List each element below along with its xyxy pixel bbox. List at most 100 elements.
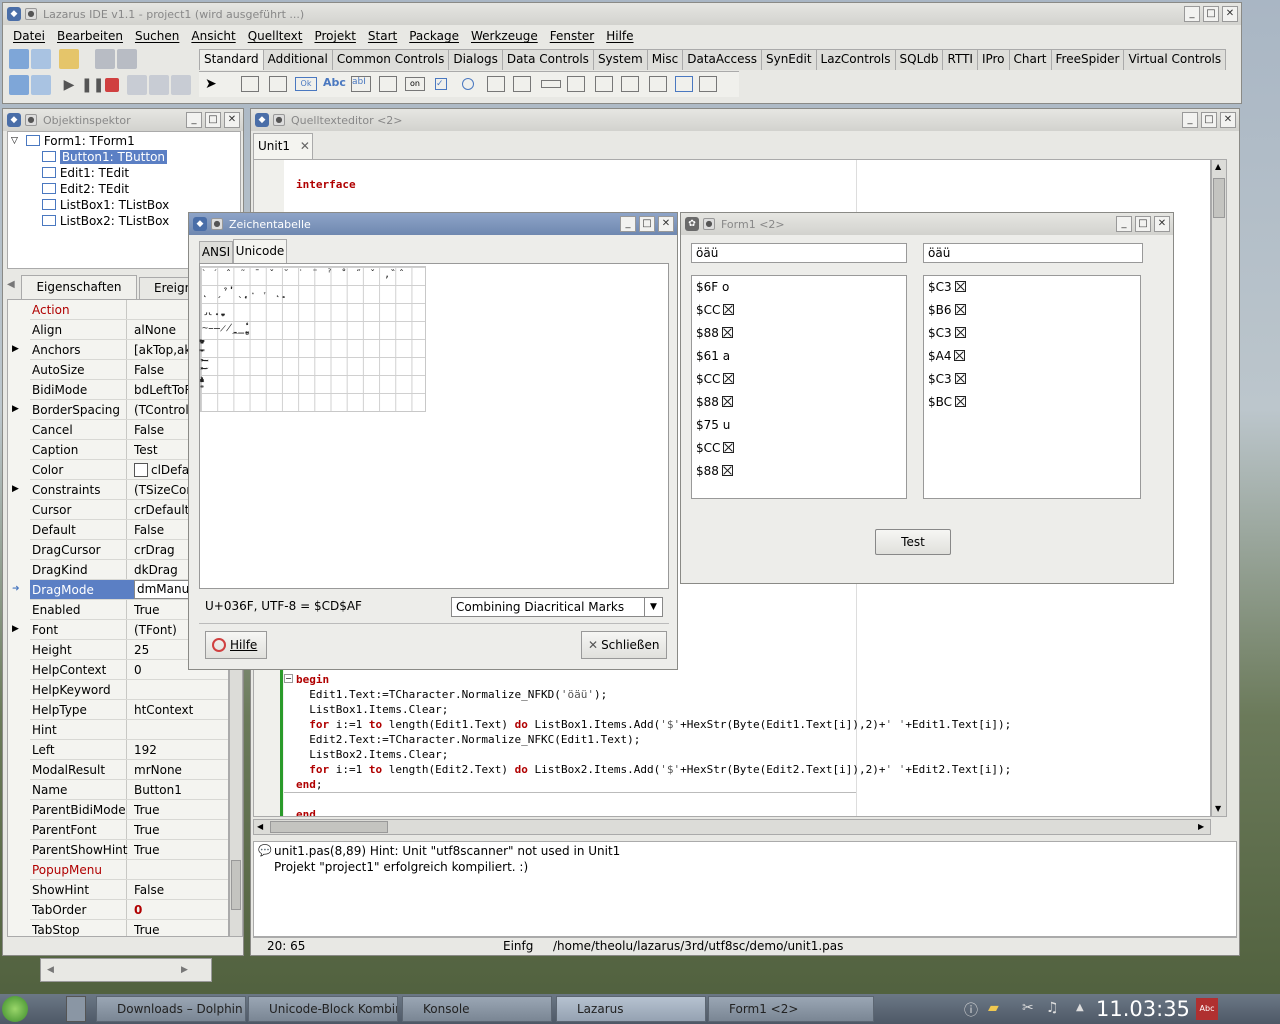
prop-value[interactable]: True bbox=[134, 800, 228, 820]
list-item[interactable]: $88 bbox=[692, 391, 906, 414]
menu-bearbeiten[interactable]: Bearbeiten bbox=[57, 29, 123, 43]
ide-titlebar[interactable]: ◆ ● Lazarus IDE v1.1 - project1 (wird au… bbox=[3, 3, 1241, 25]
task-form1[interactable]: Form1 <2> bbox=[708, 996, 874, 1022]
close-button[interactable]: ✕ bbox=[224, 112, 240, 128]
tab-synedit[interactable]: SynEdit bbox=[760, 49, 817, 70]
label-icon[interactable]: Abc bbox=[323, 76, 346, 89]
scroll-left-icon[interactable]: ◀ bbox=[47, 965, 54, 975]
charmap-titlebar[interactable]: ◆ ● Zeichentabelle _ □ ✕ bbox=[189, 213, 677, 235]
maximize-button[interactable]: □ bbox=[639, 216, 655, 232]
scroll-down-icon[interactable]: ▼ bbox=[1215, 804, 1221, 813]
menu-projekt[interactable]: Projekt bbox=[314, 29, 355, 43]
task-lazarus[interactable]: Lazarus bbox=[556, 996, 706, 1022]
editor-vscrollbar[interactable]: ▲ ▼ bbox=[1211, 159, 1227, 817]
menu-suchen[interactable]: Suchen bbox=[135, 29, 179, 43]
minimize-button[interactable]: _ bbox=[620, 216, 636, 232]
edit-icon[interactable]: abI bbox=[351, 76, 371, 92]
prop-row[interactable]: ShowHint False bbox=[30, 880, 228, 900]
fold-marker-icon[interactable]: − bbox=[284, 674, 293, 683]
prop-value[interactable]: mrNone bbox=[134, 760, 228, 780]
listbox1[interactable]: $6F o $CC $88 $61 a $CC $88 $75 u $CC $8… bbox=[691, 275, 907, 499]
task-browser[interactable]: Unicode-Block Kombini bbox=[248, 996, 398, 1022]
editor-tab-unit1[interactable]: Unit1 ✕ bbox=[253, 133, 313, 159]
tree-expander-icon[interactable]: ▽ bbox=[11, 136, 18, 146]
menu-ansicht[interactable]: Ansicht bbox=[191, 29, 235, 43]
maximize-button[interactable]: □ bbox=[1201, 112, 1217, 128]
prop-value[interactable]: False bbox=[134, 880, 228, 900]
minimize-button[interactable]: _ bbox=[1116, 216, 1132, 232]
save-all-icon[interactable] bbox=[117, 49, 137, 69]
menu-hilfe[interactable]: Hilfe bbox=[606, 29, 633, 43]
stop-icon[interactable] bbox=[105, 78, 119, 92]
tab-data-controls[interactable]: Data Controls bbox=[501, 49, 594, 70]
scroll-thumb[interactable] bbox=[270, 821, 388, 833]
prop-value[interactable]: htContext bbox=[134, 700, 228, 720]
help-button[interactable]: Hilfe bbox=[205, 631, 267, 659]
editor-hscrollbar[interactable]: ◀ ▶ bbox=[253, 819, 1211, 835]
expand-arrow-icon[interactable]: ▶ bbox=[12, 624, 19, 634]
run-icon[interactable]: ▶ bbox=[59, 75, 79, 95]
tab-dialogs[interactable]: Dialogs bbox=[448, 49, 503, 70]
tab-freespider[interactable]: FreeSpider bbox=[1050, 49, 1125, 70]
tab-misc[interactable]: Misc bbox=[646, 49, 684, 70]
tab-virtual-controls[interactable]: Virtual Controls bbox=[1123, 49, 1227, 70]
clock[interactable]: 11.03:35 bbox=[1096, 996, 1190, 1022]
form1-titlebar[interactable]: ✿ ● Form1 <2> _ □ ✕ bbox=[681, 213, 1173, 235]
toggle-form-icon[interactable] bbox=[9, 75, 29, 95]
togglebox-icon[interactable]: on bbox=[405, 77, 425, 91]
tree-node-listbox2[interactable]: ListBox2: TListBox bbox=[42, 214, 169, 228]
prop-value[interactable]: True bbox=[134, 920, 228, 936]
list-item[interactable]: $CC bbox=[692, 437, 906, 460]
checkbox-icon[interactable]: ✓ bbox=[435, 78, 447, 90]
list-item[interactable]: $88 bbox=[692, 460, 906, 483]
button-icon[interactable]: Ok bbox=[295, 77, 317, 91]
popupmenu-icon[interactable] bbox=[269, 76, 287, 92]
close-button[interactable]: ✕ bbox=[1222, 6, 1238, 22]
tab-sqldb[interactable]: SQLdb bbox=[894, 49, 944, 70]
tab-unicode[interactable]: Unicode bbox=[233, 239, 287, 263]
prop-value[interactable]: True bbox=[134, 820, 228, 840]
tab-close-icon[interactable]: ✕ bbox=[300, 139, 310, 153]
prop-row[interactable]: Hint bbox=[30, 720, 228, 740]
menu-quelltext[interactable]: Quelltext bbox=[248, 29, 303, 43]
volume-tray-icon[interactable]: ♫ bbox=[1046, 1000, 1059, 1016]
close-dialog-button[interactable]: ✕ Schließen bbox=[581, 631, 667, 659]
edit1-field[interactable]: öäü bbox=[691, 243, 907, 263]
tab-additional[interactable]: Additional bbox=[262, 49, 333, 70]
save-icon[interactable] bbox=[95, 49, 115, 69]
close-button[interactable]: ✕ bbox=[1220, 112, 1236, 128]
prop-row[interactable]: ParentBidiMode True bbox=[30, 800, 228, 820]
spellcheck-tray-icon[interactable]: Abc bbox=[1196, 998, 1218, 1020]
tray-expand-icon[interactable]: ▲ bbox=[1076, 1002, 1084, 1013]
panel-icon[interactable] bbox=[649, 76, 667, 92]
prop-value[interactable]: 0 bbox=[134, 900, 228, 920]
prop-value[interactable]: 192 bbox=[134, 740, 228, 760]
tab-scroll-left-icon[interactable]: ◀ bbox=[7, 279, 15, 290]
menu-fenster[interactable]: Fenster bbox=[550, 29, 595, 43]
prop-row[interactable]: ModalResult mrNone bbox=[30, 760, 228, 780]
tab-system[interactable]: System bbox=[592, 49, 648, 70]
task-dolphin[interactable]: Downloads – Dolphin bbox=[96, 996, 246, 1022]
pin-icon[interactable]: ● bbox=[211, 218, 223, 230]
pause-icon[interactable]: ❚❚ bbox=[81, 75, 104, 95]
tab-standard[interactable]: Standard bbox=[199, 49, 264, 70]
list-item[interactable]: $88 bbox=[692, 322, 906, 345]
tree-node-edit1[interactable]: Edit1: TEdit bbox=[42, 166, 129, 180]
view-units-icon[interactable] bbox=[31, 75, 51, 95]
pin-icon[interactable]: ● bbox=[273, 114, 285, 126]
expand-arrow-icon[interactable]: ▶ bbox=[12, 484, 19, 494]
radiogroup-icon[interactable] bbox=[595, 76, 613, 92]
frame-icon[interactable] bbox=[675, 76, 693, 92]
list-item[interactable]: $A4 bbox=[924, 345, 1140, 368]
editor-titlebar[interactable]: ◆ ● Quelltexteditor <2> _ □ ✕ bbox=[251, 109, 1239, 131]
tree-node-listbox1[interactable]: ListBox1: TListBox bbox=[42, 198, 169, 212]
pin-icon[interactable]: ● bbox=[703, 218, 715, 230]
chevron-down-icon[interactable]: ▼ bbox=[644, 598, 662, 616]
prop-row[interactable]: Name Button1 bbox=[30, 780, 228, 800]
list-item[interactable]: $BC bbox=[924, 391, 1140, 414]
prop-row[interactable]: HelpKeyword bbox=[30, 680, 228, 700]
message-hint[interactable]: unit1.pas(8,89) Hint: Unit "utf8scanner"… bbox=[274, 844, 620, 858]
list-item[interactable]: $C3 bbox=[924, 322, 1140, 345]
unicode-block-select[interactable]: Combining Diacritical Marks ▼ bbox=[451, 597, 663, 617]
clipboard-tray-icon[interactable]: ✂ bbox=[1022, 1000, 1034, 1016]
